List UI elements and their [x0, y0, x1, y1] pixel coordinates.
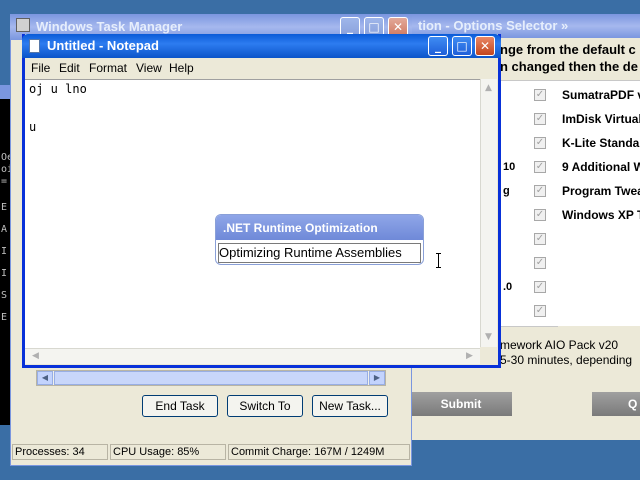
- status-commit-charge: Commit Charge: 167M / 1249M: [228, 444, 410, 460]
- option-item-label[interactable]: 9 Additional W: [562, 160, 640, 174]
- options-description-line1: mework AIO Pack v20: [500, 338, 619, 352]
- notepad-text-line: oj u lno: [29, 82, 87, 96]
- options-right-button-label: Q: [628, 397, 638, 411]
- option-checkbox[interactable]: ✓: [534, 209, 546, 221]
- task-manager-app-icon: [16, 18, 30, 32]
- notepad-menubar: File Edit Format View Help: [25, 58, 498, 78]
- option-fragment: g: [503, 185, 510, 197]
- text-cursor-icon: [436, 253, 441, 268]
- switch-to-label: Switch To: [239, 399, 291, 413]
- notepad-vscrollbar[interactable]: [480, 79, 497, 347]
- notepad-close-button[interactable]: ✕: [475, 36, 495, 56]
- new-task-label: New Task...: [319, 399, 381, 413]
- option-item-label[interactable]: SumatraPDF v3: [562, 88, 640, 102]
- end-task-button[interactable]: End Task: [142, 395, 218, 417]
- menu-edit[interactable]: Edit: [59, 58, 80, 78]
- option-checkbox[interactable]: ✓: [534, 281, 546, 293]
- scroll-down-icon[interactable]: ▼: [481, 330, 496, 345]
- option-item-label[interactable]: Windows XP T: [562, 208, 640, 222]
- option-checkbox[interactable]: ✓: [534, 89, 546, 101]
- option-checkbox[interactable]: ✓: [534, 161, 546, 173]
- option-item-label[interactable]: ImDisk Virtual: [562, 112, 640, 126]
- scroll-left-icon[interactable]: ◀: [37, 371, 53, 385]
- option-checkbox[interactable]: ✓: [534, 233, 546, 245]
- option-checkbox[interactable]: ✓: [534, 113, 546, 125]
- option-item-label[interactable]: Program Twea: [562, 184, 640, 198]
- status-processes: Processes: 34: [12, 444, 108, 460]
- options-right-button[interactable]: Q: [592, 392, 640, 416]
- scroll-right-icon[interactable]: ▶: [462, 349, 477, 363]
- notepad-hscrollbar[interactable]: [25, 348, 480, 364]
- submit-label: Submit: [440, 397, 482, 411]
- notepad-title: Untitled - Notepad: [47, 38, 159, 53]
- option-checkbox[interactable]: ✓: [534, 257, 546, 269]
- option-fragment: 10: [503, 161, 516, 173]
- switch-to-button[interactable]: Switch To: [227, 395, 303, 417]
- options-selector-title: tion - Options Selector »: [418, 18, 569, 33]
- option-checkbox[interactable]: ✓: [534, 185, 546, 197]
- notepad-size-grip[interactable]: [481, 348, 497, 364]
- menu-view[interactable]: View: [136, 58, 162, 78]
- options-heading-line1: nge from the default c: [500, 42, 636, 57]
- notepad-text-line: u: [29, 120, 37, 134]
- scroll-right-icon[interactable]: ▶: [369, 371, 385, 385]
- task-manager-title: Windows Task Manager: [36, 19, 183, 34]
- scroll-up-icon[interactable]: ▲: [481, 81, 496, 96]
- option-item-label[interactable]: K-Lite Standar: [562, 136, 640, 150]
- menu-help[interactable]: Help: [169, 58, 194, 78]
- net-optimization-popup: .NET Runtime Optimization Optimizing Run…: [215, 214, 424, 265]
- scroll-thumb[interactable]: [54, 371, 368, 385]
- options-description-line2: 5-30 minutes, depending: [500, 353, 633, 367]
- menu-format[interactable]: Format: [89, 58, 127, 78]
- option-checkbox[interactable]: ✓: [534, 137, 546, 149]
- submit-button[interactable]: Submit: [410, 392, 512, 416]
- notepad-app-icon: [29, 39, 40, 53]
- status-cpu-usage: CPU Usage: 85%: [110, 444, 226, 460]
- notepad-maximize-button[interactable]: □: [452, 36, 472, 56]
- scroll-left-icon[interactable]: ◀: [28, 349, 43, 363]
- net-popup-message: Optimizing Runtime Assemblies: [219, 245, 402, 260]
- new-task-button[interactable]: New Task...: [312, 395, 388, 417]
- options-heading-line2: n changed then the de: [500, 59, 638, 74]
- net-popup-title: .NET Runtime Optimization: [223, 221, 378, 235]
- option-fragment: .0: [503, 281, 513, 293]
- menu-file[interactable]: File: [31, 58, 50, 78]
- notepad-minimize-button[interactable]: _: [428, 36, 448, 56]
- end-task-label: End Task: [155, 399, 205, 413]
- option-checkbox[interactable]: ✓: [534, 305, 546, 317]
